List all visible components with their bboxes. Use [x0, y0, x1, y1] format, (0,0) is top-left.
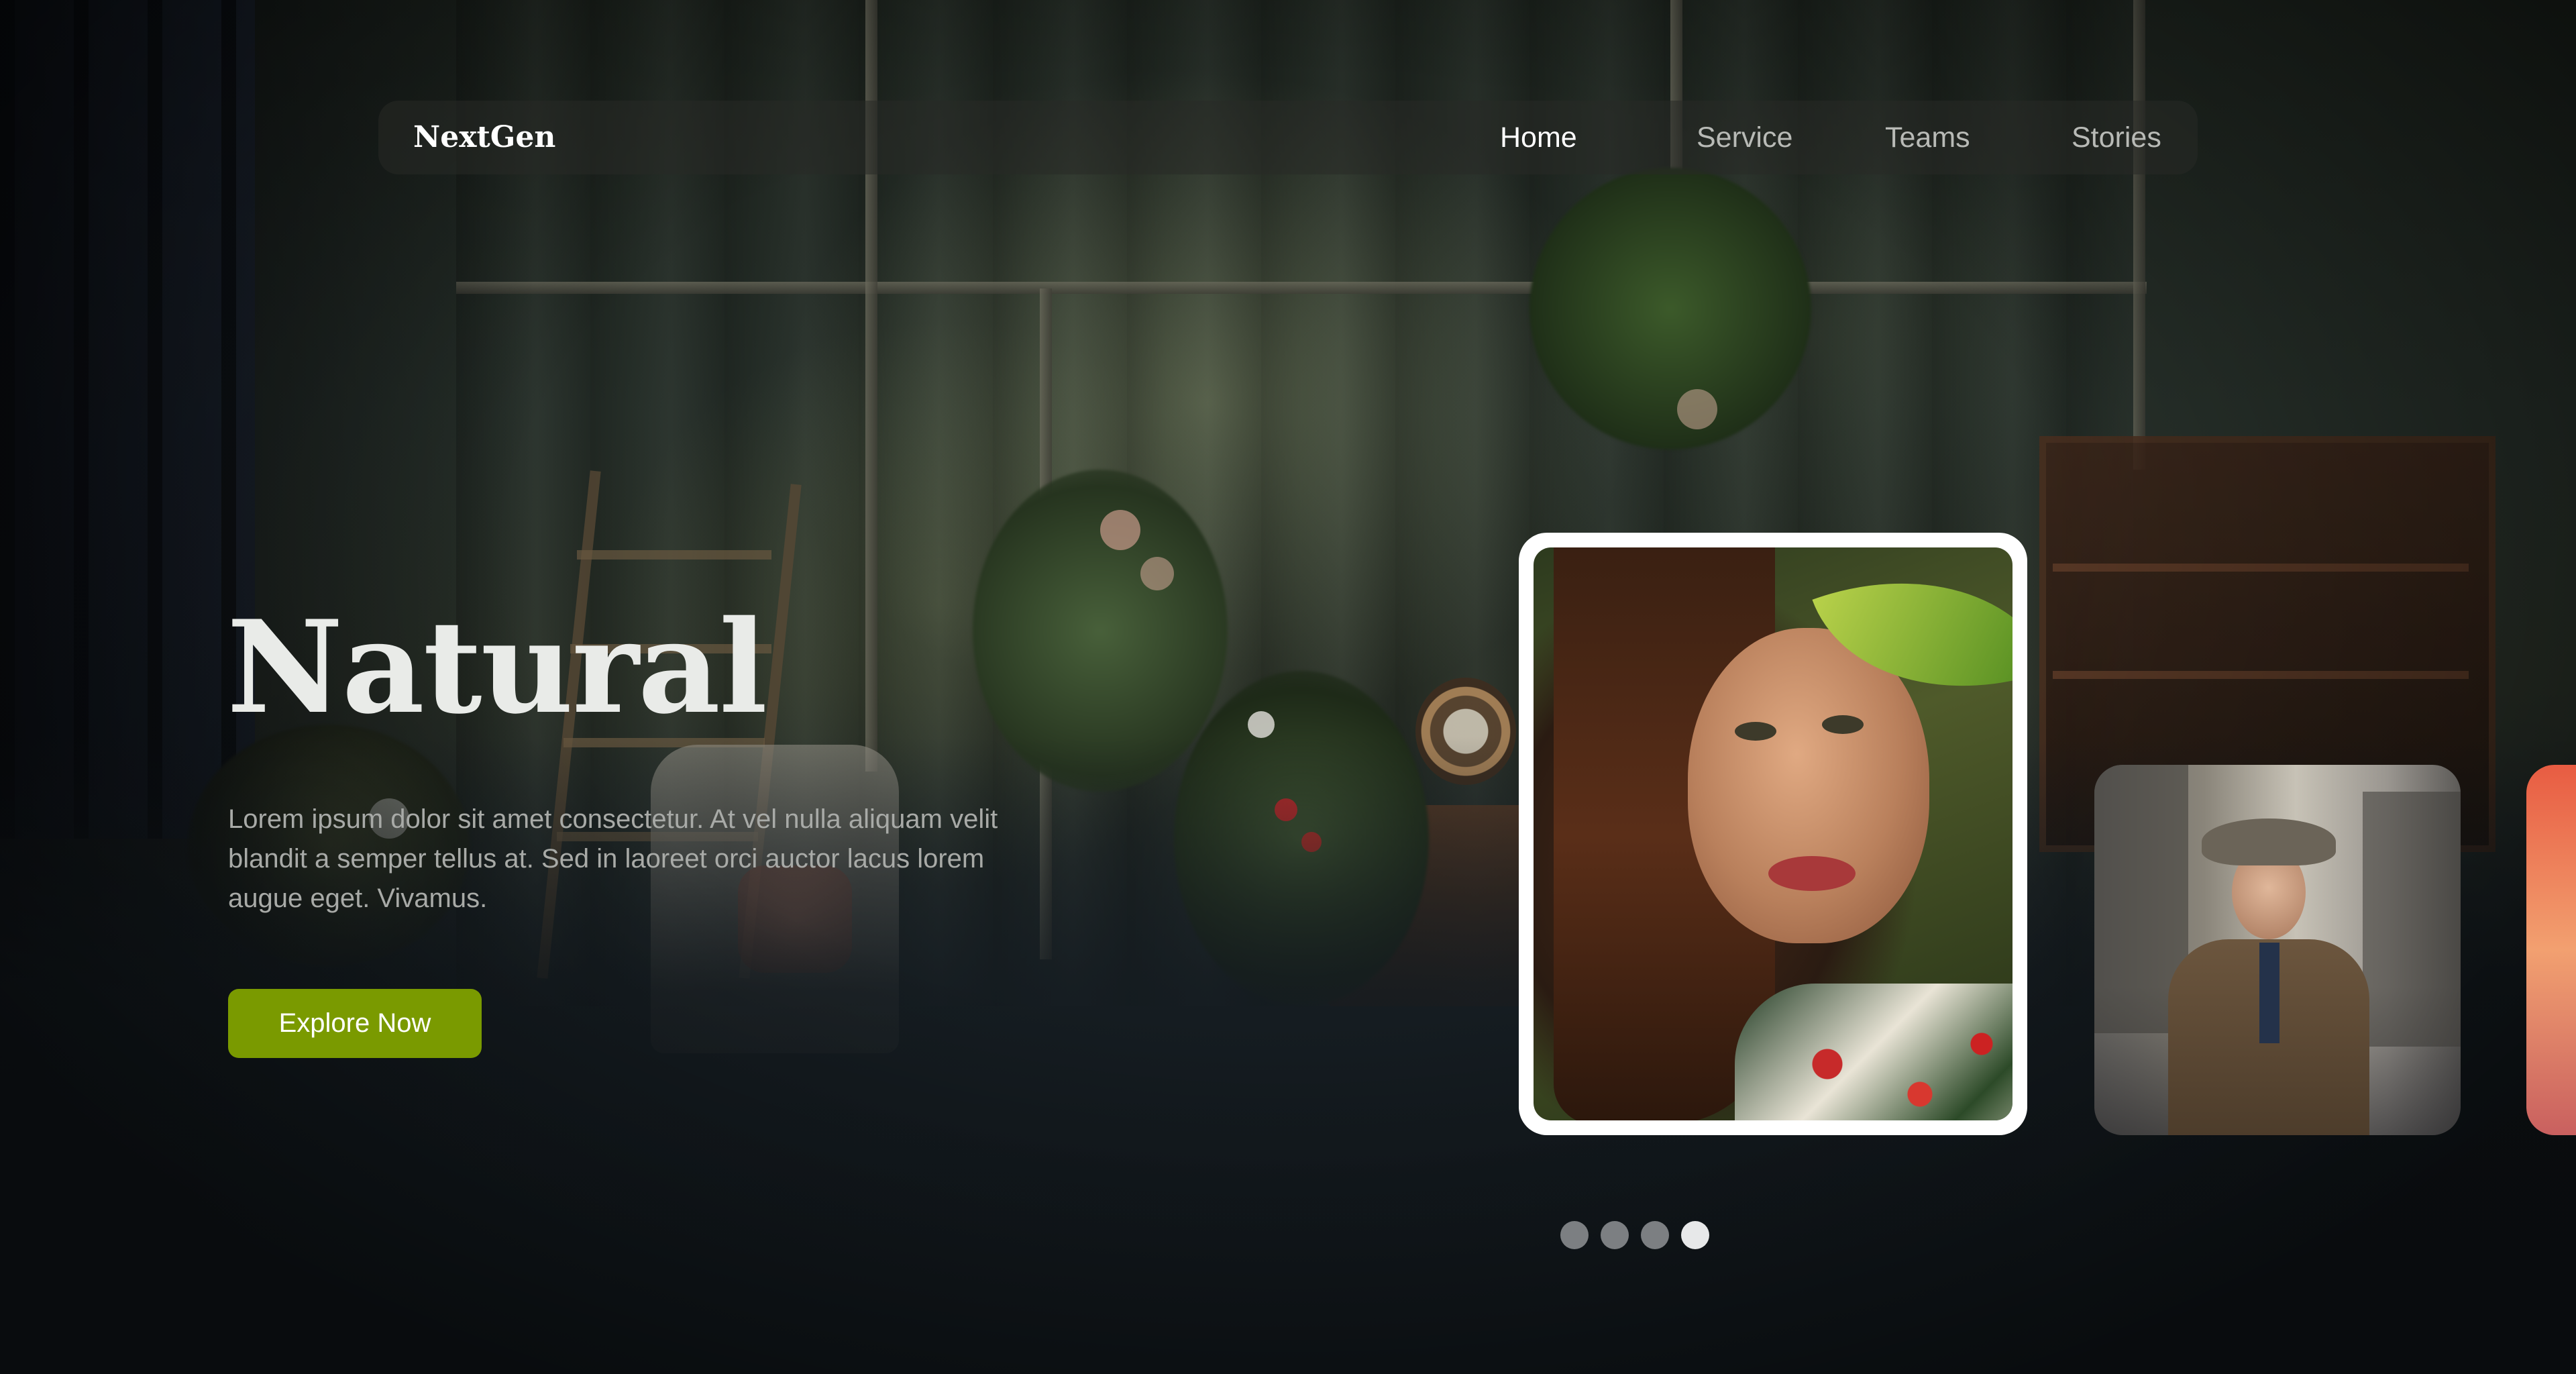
brand-logo[interactable]: NextGen — [413, 101, 555, 174]
navbar: NextGen Home Service Teams Stories — [378, 101, 2198, 174]
face — [1688, 628, 1929, 943]
nav-item-service[interactable]: Service — [1697, 101, 1792, 174]
pagination-dot-4[interactable] — [1681, 1221, 1709, 1249]
floral-dress — [1735, 984, 2012, 1120]
portrait-image — [1534, 547, 2012, 1120]
lips — [1768, 856, 1856, 891]
pagination-dot-1[interactable] — [1560, 1221, 1589, 1249]
hero-title: Natural — [227, 592, 767, 742]
explore-now-button[interactable]: Explore Now — [228, 989, 482, 1058]
nav-item-stories[interactable]: Stories — [2072, 101, 2161, 174]
nav-item-teams[interactable]: Teams — [1885, 101, 1970, 174]
carousel-card[interactable] — [2094, 765, 2461, 1135]
carousel-card-active[interactable] — [1519, 533, 2027, 1135]
hat — [2202, 818, 2336, 865]
carousel-card-partial[interactable] — [2526, 765, 2576, 1135]
pagination-dot-3[interactable] — [1641, 1221, 1669, 1249]
hero-description: Lorem ipsum dolor sit amet consectetur. … — [228, 804, 998, 913]
nav-item-home[interactable]: Home — [1500, 101, 1577, 174]
pagination-dot-2[interactable] — [1601, 1221, 1629, 1249]
